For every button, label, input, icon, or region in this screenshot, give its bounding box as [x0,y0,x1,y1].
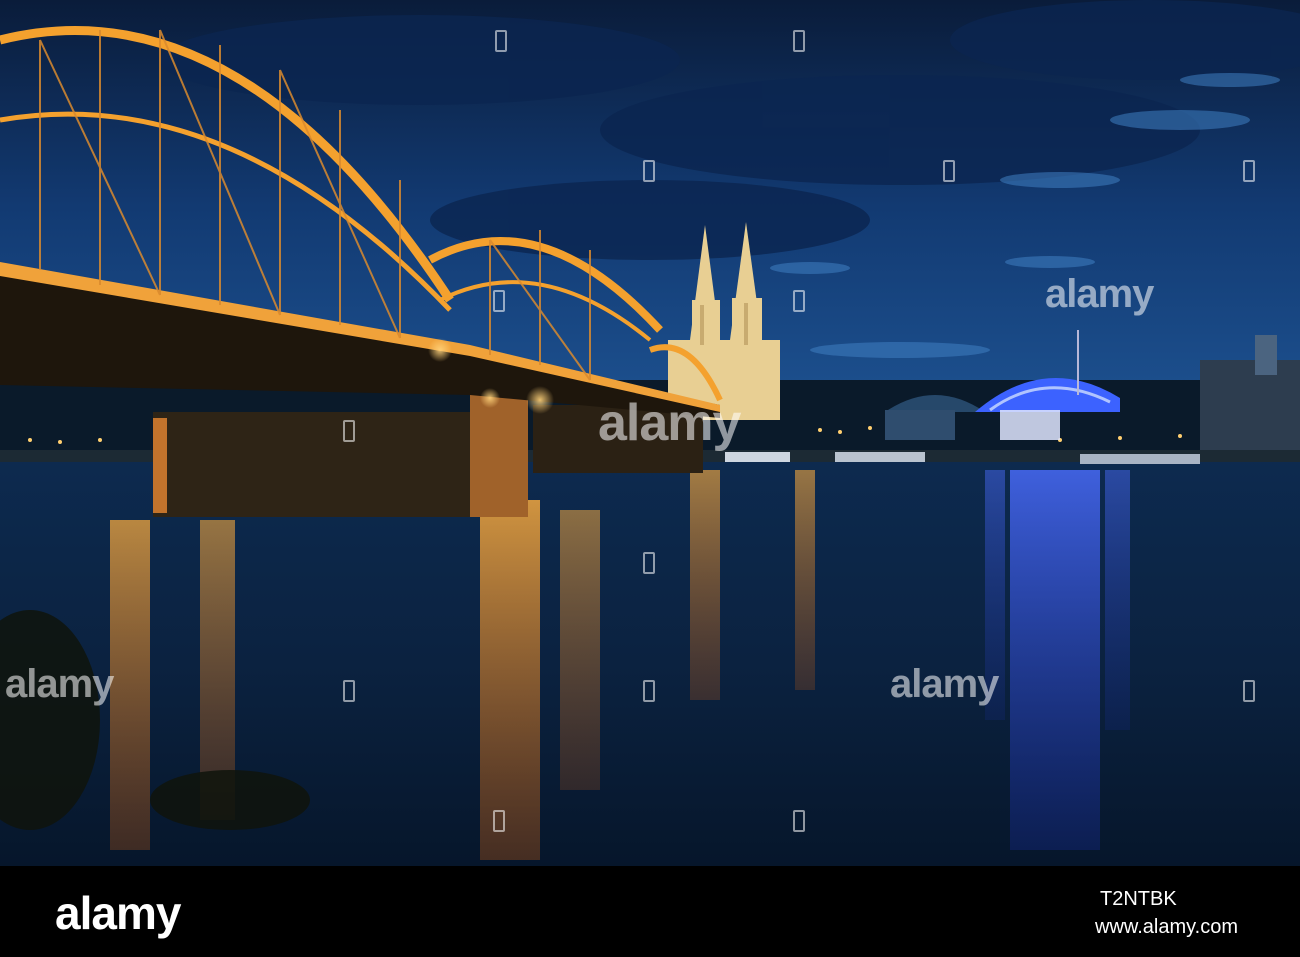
watermark-tile [1243,160,1255,182]
watermark-tile [793,810,805,832]
boat [1080,454,1200,464]
watermark-logo: alamy [1045,272,1154,316]
image-id: T2NTBK [1100,888,1177,910]
watermark-tile [1243,680,1255,702]
watermark-tile [643,680,655,702]
watermark-tile [793,290,805,312]
watermark-logo: alamy [890,662,999,706]
site-url: www.alamy.com [1095,916,1238,938]
watermark-tile [643,552,655,574]
watermark-tile [493,290,505,312]
watermark-logo: alamy [598,394,741,452]
watermark-tile [793,30,805,52]
boat [835,452,925,462]
footer-bar: alamy T2NTBK www.alamy.com [0,866,1300,957]
right-buildings [1200,360,1300,450]
watermark-tile [943,160,955,182]
footer-logo: alamy [55,887,181,939]
watermark-tile [495,30,507,52]
watermark-tile [643,160,655,182]
watermark-logo: alamy [5,662,114,706]
watermark-tile [493,810,505,832]
watermark-tile [343,680,355,702]
boat [725,452,790,462]
watermark-tile [343,420,355,442]
